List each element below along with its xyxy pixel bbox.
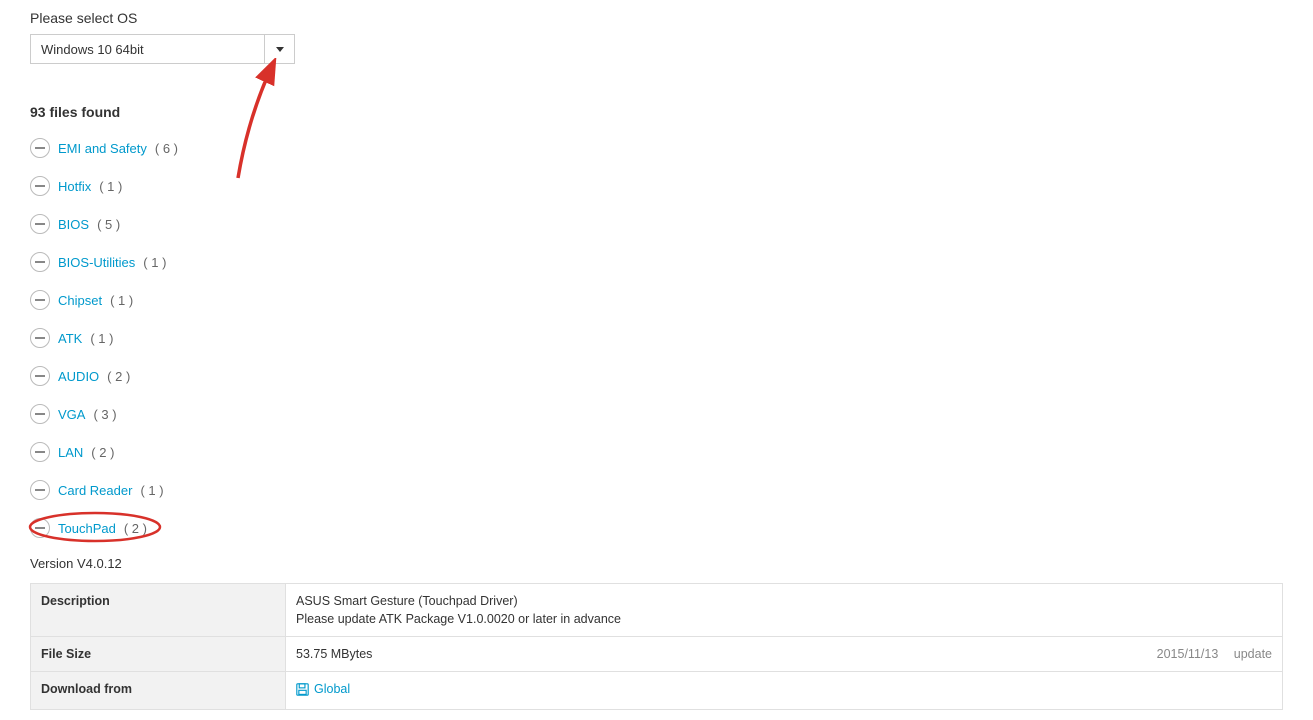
category-name: TouchPad [58,521,116,536]
category-count: ( 5 ) [97,217,120,232]
row-label-download: Download from [31,672,286,710]
category-name: BIOS [58,217,89,232]
category-name: Chipset [58,293,102,308]
row-label-description: Description [31,584,286,637]
category-name: BIOS-Utilities [58,255,135,270]
category-item-lan[interactable]: LAN ( 2 ) [30,442,1283,462]
category-count: ( 1 ) [99,179,122,194]
minus-icon[interactable] [30,138,50,158]
row-value-download: Global [286,672,1283,710]
category-count: ( 3 ) [93,407,116,422]
row-value-filesize: 53.75 MBytes 2015/11/13 update [286,637,1283,672]
driver-details-table: Description ASUS Smart Gesture (Touchpad… [30,583,1283,710]
category-name: LAN [58,445,83,460]
category-item-bios[interactable]: BIOS ( 5 ) [30,214,1283,234]
category-count: ( 1 ) [143,255,166,270]
save-icon [296,683,309,696]
filesize-date: 2015/11/13 [1157,647,1219,661]
minus-icon[interactable] [30,214,50,234]
category-count: ( 1 ) [90,331,113,346]
category-name: VGA [58,407,85,422]
category-name: Hotfix [58,179,91,194]
category-name: AUDIO [58,369,99,384]
minus-icon[interactable] [30,176,50,196]
category-count: ( 1 ) [140,483,163,498]
category-item-atk[interactable]: ATK ( 1 ) [30,328,1283,348]
download-link-text: Global [314,682,350,696]
description-line2: Please update ATK Package V1.0.0020 or l… [296,612,1272,626]
category-count: ( 2 ) [107,369,130,384]
minus-icon[interactable] [30,366,50,386]
filesize-value: 53.75 MBytes [296,647,372,661]
category-name: EMI and Safety [58,141,147,156]
os-select-value: Windows 10 64bit [31,35,264,63]
category-item-vga[interactable]: VGA ( 3 ) [30,404,1283,424]
minus-icon[interactable] [30,290,50,310]
category-name: ATK [58,331,82,346]
category-list: EMI and Safety( 6 )Hotfix( 1 )BIOS( 5 )B… [30,138,1283,538]
download-global-link[interactable]: Global [296,682,350,696]
category-item-audio[interactable]: AUDIO ( 2 ) [30,366,1283,386]
category-item-touchpad[interactable]: TouchPad ( 2 ) [30,518,1283,538]
filesize-update: update [1234,647,1272,661]
category-name: Card Reader [58,483,132,498]
category-count: ( 1 ) [110,293,133,308]
minus-icon[interactable] [30,252,50,272]
version-text: Version V4.0.12 [30,556,1283,571]
category-item-card-reader[interactable]: Card Reader ( 1 ) [30,480,1283,500]
category-item-hotfix[interactable]: Hotfix ( 1 ) [30,176,1283,196]
description-line1: ASUS Smart Gesture (Touchpad Driver) [296,594,1272,608]
files-found-heading: 93 files found [30,104,1283,120]
minus-icon[interactable] [30,328,50,348]
chevron-down-icon [264,35,294,63]
category-item-bios-utilities[interactable]: BIOS-Utilities ( 1 ) [30,252,1283,272]
minus-icon[interactable] [30,442,50,462]
os-select-label: Please select OS [30,10,1283,26]
category-count: ( 2 ) [124,521,147,536]
category-item-chipset[interactable]: Chipset ( 1 ) [30,290,1283,310]
row-value-description: ASUS Smart Gesture (Touchpad Driver) Ple… [286,584,1283,637]
row-label-filesize: File Size [31,637,286,672]
os-select[interactable]: Windows 10 64bit [30,34,295,64]
category-count: ( 6 ) [155,141,178,156]
minus-icon[interactable] [30,518,50,538]
category-count: ( 2 ) [91,445,114,460]
minus-icon[interactable] [30,480,50,500]
minus-icon[interactable] [30,404,50,424]
category-item-emi-and-safety[interactable]: EMI and Safety ( 6 ) [30,138,1283,158]
